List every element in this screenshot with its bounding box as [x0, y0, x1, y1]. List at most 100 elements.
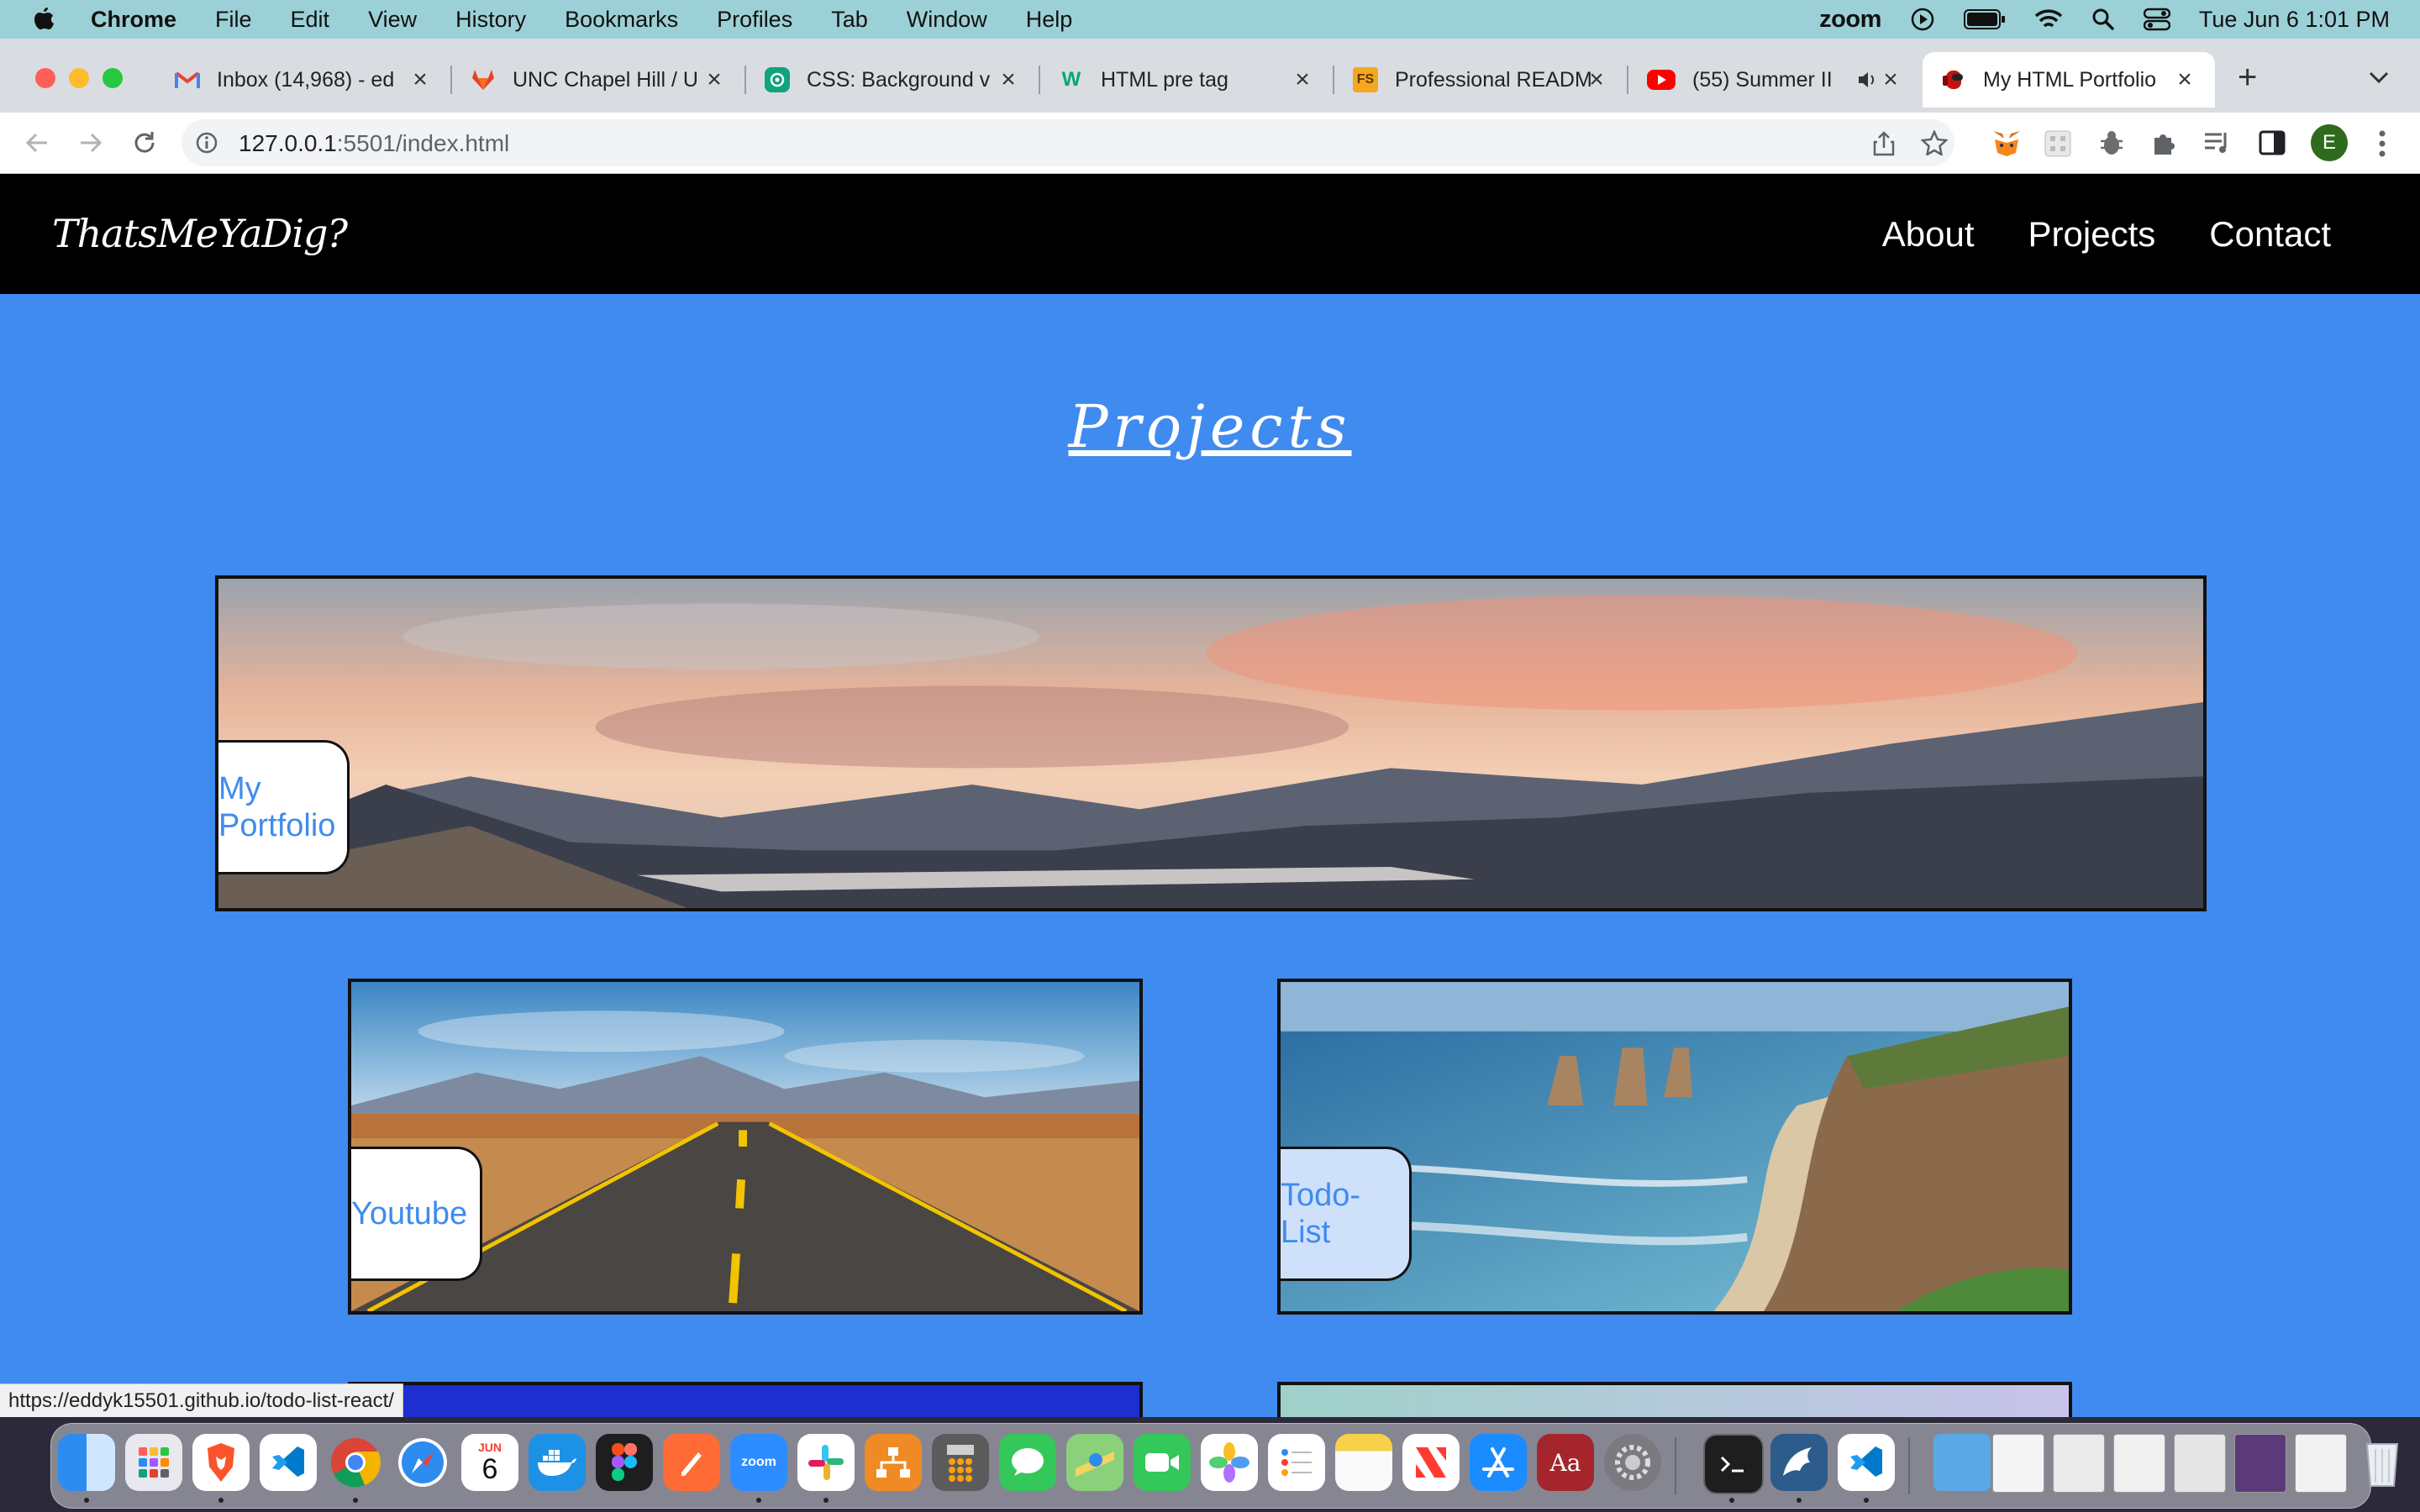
- project-card-todo-list[interactable]: Todo-List: [1277, 979, 2072, 1315]
- finder-icon[interactable]: [58, 1434, 115, 1491]
- dictionary-icon[interactable]: Aa: [1537, 1434, 1594, 1491]
- nav-link-contact[interactable]: Contact: [2209, 214, 2331, 255]
- reminders-icon[interactable]: [1268, 1434, 1325, 1491]
- news-icon[interactable]: [1402, 1434, 1460, 1491]
- new-tab-button[interactable]: +: [2238, 59, 2257, 97]
- minimized-window-1[interactable]: [1992, 1434, 2044, 1493]
- metamask-extension-icon[interactable]: [1991, 129, 2022, 158]
- maximize-window-button[interactable]: [103, 68, 123, 88]
- tab-w3schools[interactable]: W HTML pre tag ×: [1040, 52, 1333, 108]
- bookmark-star-icon[interactable]: [1921, 130, 1948, 155]
- close-tab-icon[interactable]: ×: [1585, 67, 1608, 92]
- close-tab-icon[interactable]: ×: [702, 67, 726, 92]
- spotlight-search-icon[interactable]: [2091, 8, 2115, 31]
- pen-tool-app-icon[interactable]: [663, 1434, 720, 1491]
- terminal-icon[interactable]: [1703, 1434, 1764, 1494]
- menu-help[interactable]: Help: [1026, 7, 1073, 33]
- menubar-clock[interactable]: Tue Jun 6 1:01 PM: [2199, 7, 2390, 33]
- extensions-puzzle-icon[interactable]: [2151, 129, 2178, 156]
- zoom-app-icon[interactable]: zoom: [730, 1434, 787, 1491]
- tab-readme[interactable]: FS Professional READM ×: [1334, 52, 1627, 108]
- messages-icon[interactable]: [999, 1434, 1056, 1491]
- close-tab-icon[interactable]: ×: [997, 67, 1020, 92]
- play-circle-icon[interactable]: [1910, 7, 1935, 32]
- menu-bookmarks[interactable]: Bookmarks: [565, 7, 678, 33]
- nav-link-about[interactable]: About: [1882, 214, 1975, 255]
- project-label-portfolio[interactable]: My Portfolio: [218, 740, 350, 874]
- menu-tab[interactable]: Tab: [831, 7, 868, 33]
- vscode-icon[interactable]: [260, 1434, 317, 1491]
- menu-view[interactable]: View: [368, 7, 417, 33]
- project-card-partial-left[interactable]: [348, 1382, 1143, 1417]
- menu-profiles[interactable]: Profiles: [717, 7, 792, 33]
- brave-browser-icon[interactable]: [192, 1434, 250, 1491]
- browser-menu-icon[interactable]: [2378, 129, 2386, 158]
- zoom-menu-extra[interactable]: zoom: [1819, 6, 1881, 34]
- tab-gmail[interactable]: Inbox (14,968) - ed ×: [156, 52, 450, 108]
- tab-my-html-portfolio[interactable]: My HTML Portfolio ×: [1923, 52, 2215, 108]
- figma-icon[interactable]: [596, 1434, 653, 1491]
- project-card-partial-right[interactable]: [1277, 1382, 2072, 1417]
- calculator-icon[interactable]: [932, 1434, 989, 1491]
- chrome-icon[interactable]: [327, 1434, 384, 1491]
- close-tab-icon[interactable]: ×: [408, 67, 432, 92]
- docker-icon[interactable]: [529, 1434, 586, 1491]
- menu-history[interactable]: History: [455, 7, 526, 33]
- menu-file[interactable]: File: [215, 7, 252, 33]
- safari-icon[interactable]: [394, 1434, 451, 1491]
- reload-icon[interactable]: [129, 128, 160, 158]
- site-logo[interactable]: ThatsMeYaDig?: [52, 211, 348, 256]
- minimized-window-3[interactable]: [2113, 1434, 2165, 1493]
- nav-link-projects[interactable]: Projects: [2028, 214, 2156, 255]
- tab-youtube[interactable]: (55) Summer II ×: [1628, 52, 1921, 108]
- speaker-icon[interactable]: [1857, 70, 1879, 90]
- close-tab-icon[interactable]: ×: [1879, 67, 1902, 92]
- calendar-icon[interactable]: JUN 6: [461, 1434, 518, 1491]
- wifi-icon[interactable]: [2034, 8, 2063, 31]
- vscode-running-icon[interactable]: [1838, 1434, 1895, 1491]
- system-settings-icon[interactable]: [1604, 1434, 1661, 1491]
- profile-avatar[interactable]: E: [2311, 124, 2348, 161]
- menu-chrome[interactable]: Chrome: [91, 7, 176, 33]
- downloads-folder-icon[interactable]: [1933, 1434, 1991, 1491]
- launchpad-icon[interactable]: [125, 1434, 182, 1491]
- project-card-portfolio[interactable]: My Portfolio: [215, 575, 2207, 911]
- close-tab-icon[interactable]: ×: [1291, 67, 1314, 92]
- menu-edit[interactable]: Edit: [291, 7, 330, 33]
- minimized-window-5[interactable]: [2234, 1434, 2286, 1493]
- forward-arrow-icon[interactable]: [76, 128, 106, 158]
- side-panel-icon[interactable]: [2259, 129, 2286, 156]
- slack-icon[interactable]: [797, 1434, 855, 1491]
- menu-window[interactable]: Window: [907, 7, 987, 33]
- share-icon[interactable]: [1872, 130, 1896, 157]
- back-arrow-icon[interactable]: [22, 128, 52, 158]
- extension-grid-icon[interactable]: [2044, 129, 2072, 158]
- tab-gitlab[interactable]: UNC Chapel Hill / U ×: [452, 52, 744, 108]
- tab-search-chevron-icon[interactable]: [2368, 71, 2390, 84]
- facetime-icon[interactable]: [1134, 1434, 1191, 1491]
- battery-icon[interactable]: [1963, 8, 2006, 30]
- address-bar[interactable]: 127.0.0.1:5501/index.html: [182, 119, 1954, 166]
- project-label-todo-list[interactable]: Todo-List: [1281, 1147, 1412, 1281]
- project-label-youtube[interactable]: Youtube: [351, 1147, 482, 1281]
- minimize-window-button[interactable]: [69, 68, 89, 88]
- close-window-button[interactable]: [35, 68, 55, 88]
- mysql-workbench-icon[interactable]: [1770, 1434, 1828, 1491]
- tab-chatgpt[interactable]: CSS: Background v ×: [746, 52, 1039, 108]
- notes-icon[interactable]: [1335, 1434, 1392, 1491]
- project-card-youtube[interactable]: Youtube: [348, 979, 1143, 1315]
- diagram-app-icon[interactable]: [865, 1434, 922, 1491]
- bug-extension-icon[interactable]: [2097, 129, 2126, 158]
- minimized-window-4[interactable]: [2174, 1434, 2226, 1493]
- photos-icon[interactable]: [1201, 1434, 1258, 1491]
- app-store-icon[interactable]: [1470, 1434, 1527, 1491]
- media-queue-icon[interactable]: [2203, 129, 2232, 156]
- minimized-window-2[interactable]: [2053, 1434, 2105, 1493]
- control-center-icon[interactable]: [2143, 8, 2170, 31]
- minimized-window-6[interactable]: [2295, 1434, 2347, 1493]
- apple-logo-icon[interactable]: [32, 6, 55, 33]
- site-info-icon[interactable]: [195, 131, 218, 155]
- maps-icon[interactable]: [1066, 1434, 1123, 1491]
- close-tab-icon[interactable]: ×: [2173, 67, 2196, 92]
- trash-icon[interactable]: [2354, 1434, 2411, 1491]
